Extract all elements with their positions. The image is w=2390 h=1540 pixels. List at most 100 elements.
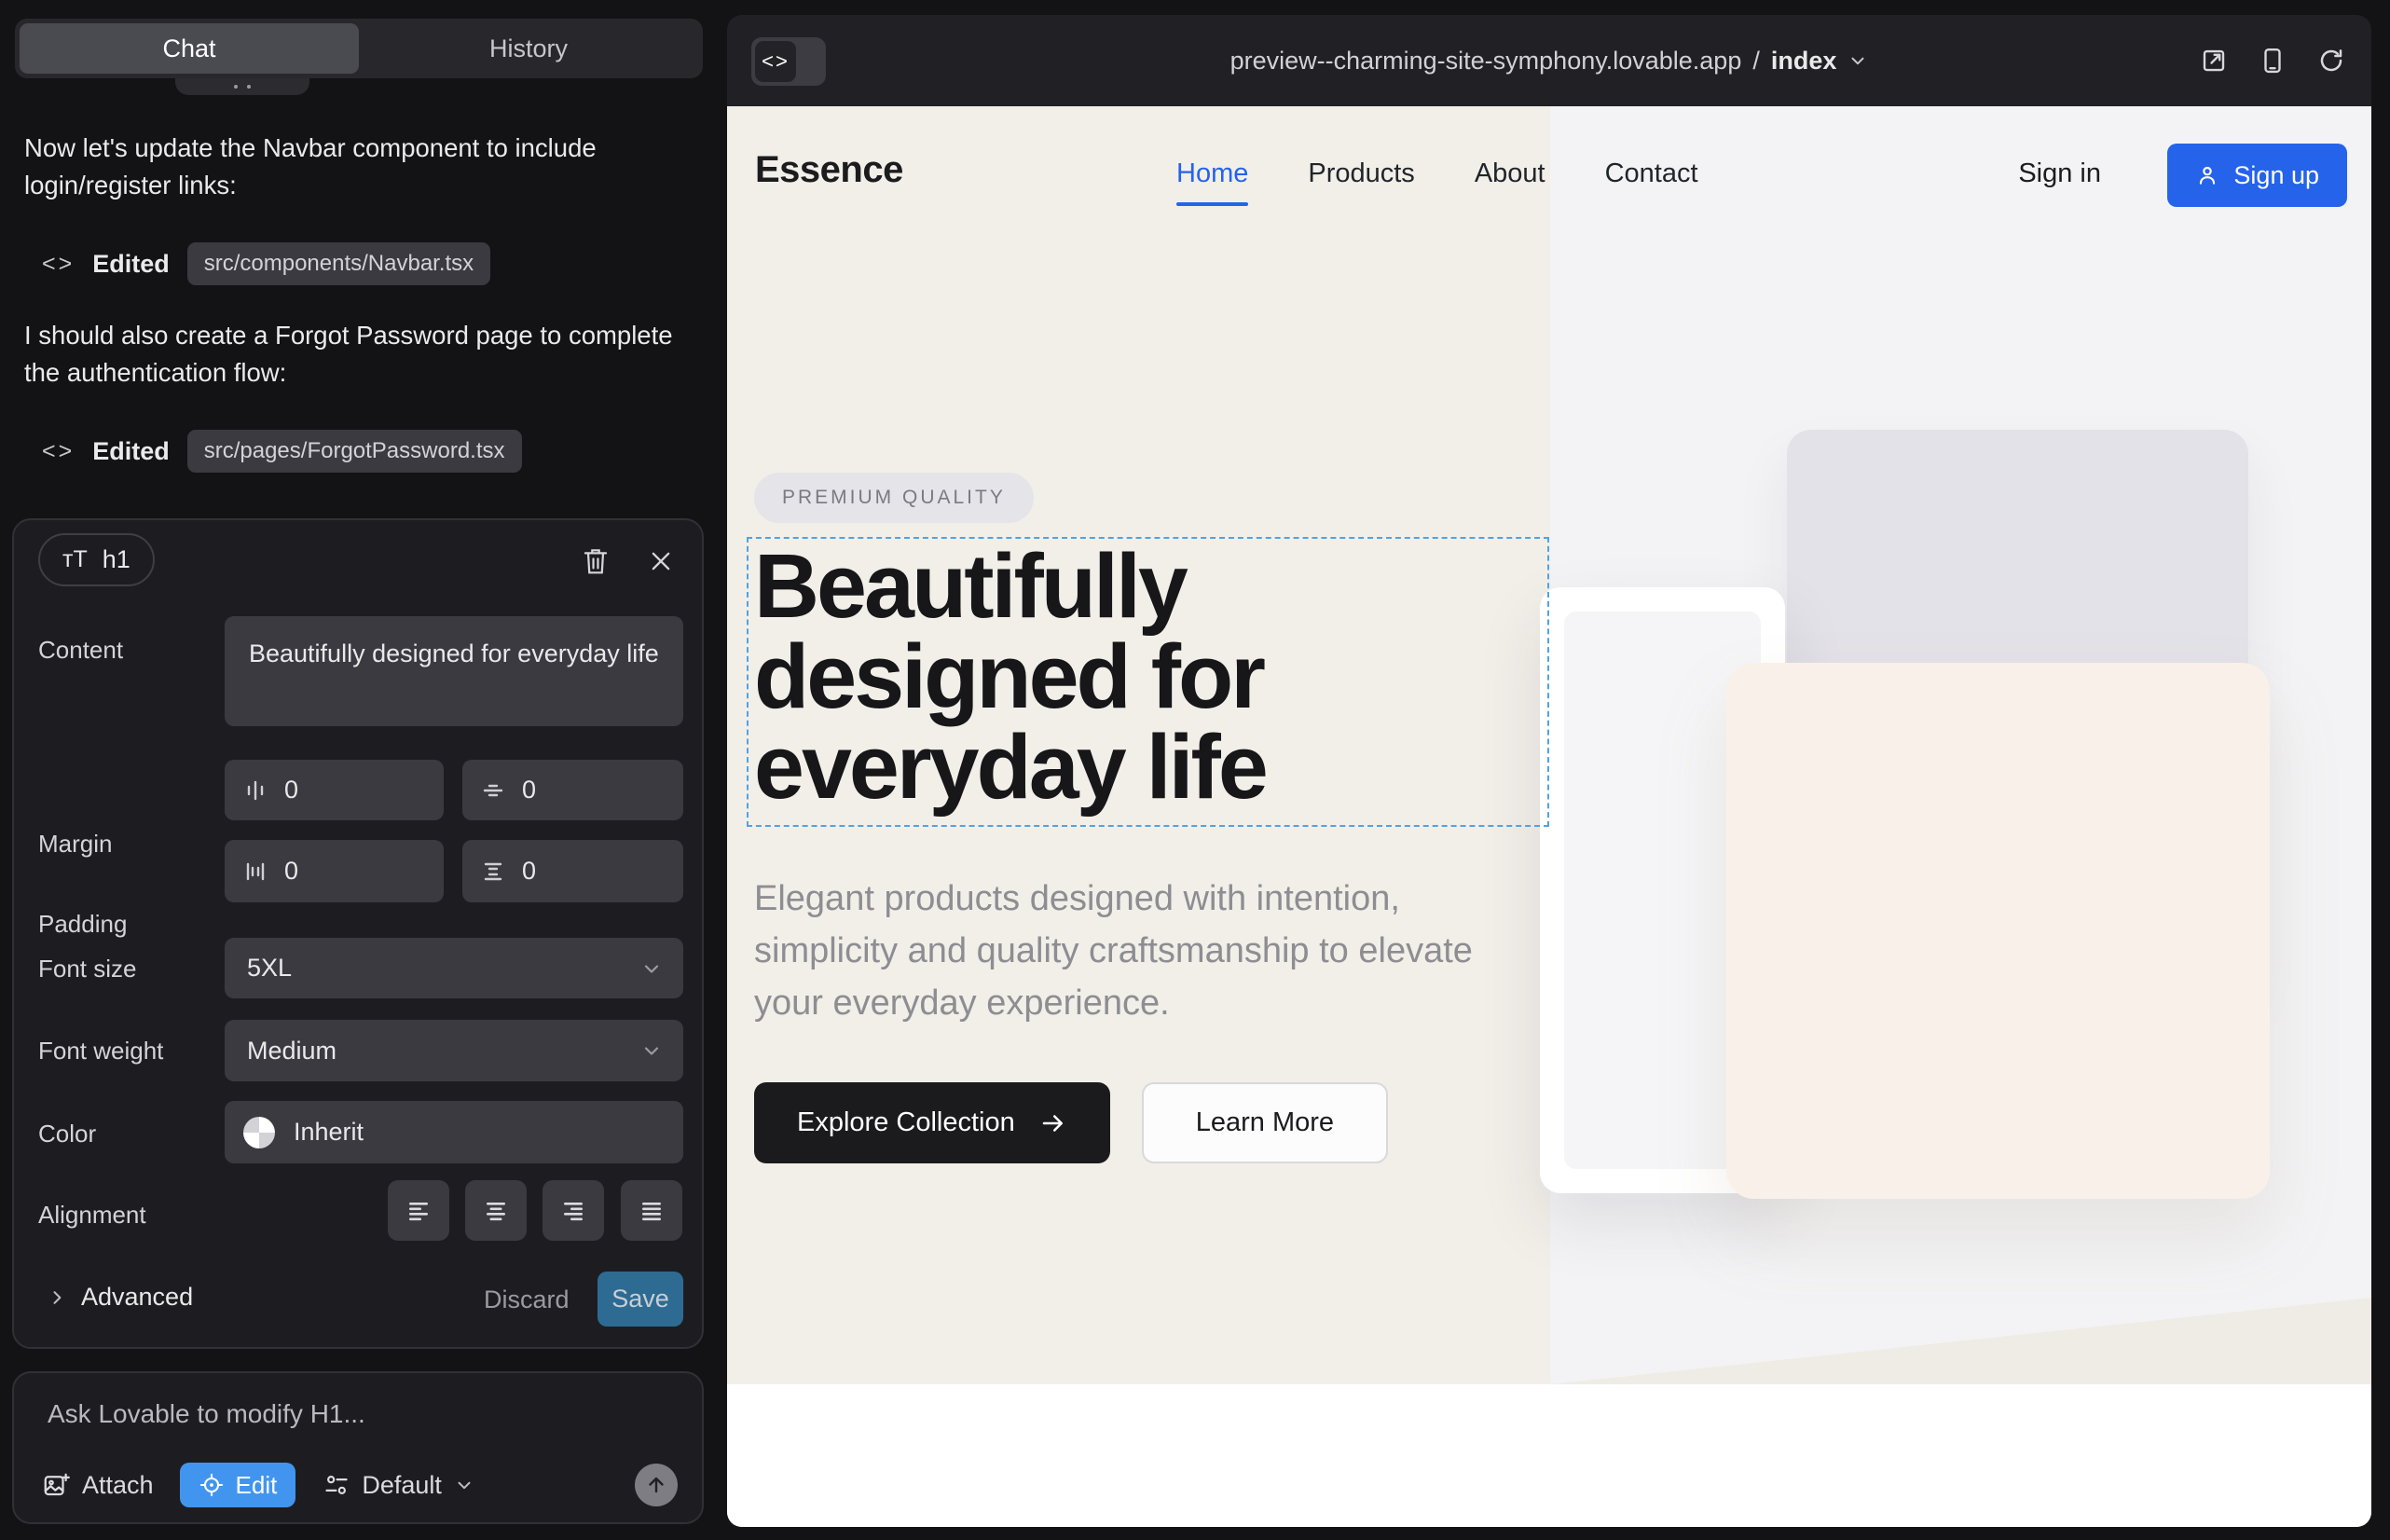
user-icon (2195, 163, 2219, 187)
explore-collection-button[interactable]: Explore Collection (754, 1082, 1110, 1163)
tab-chat[interactable]: Chat (20, 23, 359, 74)
padding-y-field[interactable] (462, 840, 683, 902)
padding-x-input[interactable] (284, 857, 378, 886)
open-external-button[interactable] (2200, 47, 2228, 75)
align-left-button[interactable] (388, 1180, 449, 1241)
padding-vertical-icon (481, 859, 505, 884)
font-weight-select[interactable]: Medium (225, 1020, 683, 1081)
preview-toolbar: <> preview--charming-site-symphony.lovab… (727, 15, 2371, 106)
save-button[interactable]: Save (598, 1272, 683, 1327)
site-logo[interactable]: Essence (755, 149, 903, 191)
align-center-icon (482, 1197, 510, 1225)
chat-message: Now let's update the Navbar component to… (24, 130, 682, 204)
close-icon (648, 548, 674, 574)
chevron-down-icon (1847, 50, 1868, 71)
hero-description: Elegant products designed with intention… (754, 873, 1490, 1030)
mobile-view-button[interactable] (2260, 47, 2286, 75)
nav-link-about[interactable]: About (1475, 158, 1545, 189)
decorative-card-front (1726, 663, 2270, 1199)
color-select[interactable]: Inherit (225, 1101, 683, 1163)
chat-composer: Attach Edit Default (12, 1371, 704, 1524)
url-separator: / (1752, 47, 1760, 76)
align-justify-icon (638, 1197, 666, 1225)
font-size-label: Font size (38, 955, 137, 983)
sliders-icon (323, 1472, 350, 1498)
margin-x-input[interactable] (284, 776, 378, 804)
align-justify-button[interactable] (621, 1180, 682, 1241)
font-weight-label: Font weight (38, 1037, 163, 1066)
padding-horizontal-icon (243, 859, 268, 884)
padding-y-input[interactable] (522, 857, 615, 886)
composer-input[interactable] (46, 1397, 665, 1448)
transparency-swatch-icon (243, 1117, 275, 1148)
nav-link-contact[interactable]: Contact (1605, 158, 1698, 189)
mode-label: Default (362, 1471, 442, 1500)
discard-button[interactable]: Discard (484, 1286, 570, 1314)
code-preview-toggle[interactable]: <> (751, 37, 826, 86)
file-edit-row: <> Edited src/pages/ForgotPassword.tsx (42, 430, 522, 473)
margin-horizontal-icon (243, 778, 268, 803)
file-path-badge[interactable]: src/pages/ForgotPassword.tsx (187, 430, 522, 473)
sign-up-button[interactable]: Sign up (2167, 144, 2347, 207)
advanced-label: Advanced (81, 1283, 193, 1312)
margin-vertical-icon (481, 778, 505, 803)
arrow-up-icon (645, 1474, 667, 1496)
margin-x-field[interactable] (225, 760, 444, 820)
site-viewport: Essence Home Products About Contact Sign… (727, 106, 2371, 1527)
color-value: Inherit (294, 1118, 364, 1147)
send-button[interactable] (635, 1464, 678, 1506)
file-edit-row: <> Edited src/components/Navbar.tsx (42, 242, 490, 285)
type-icon: тT (62, 546, 88, 573)
alignment-label: Alignment (38, 1201, 146, 1230)
delete-element-button[interactable] (575, 541, 616, 582)
element-editor-panel: тT h1 Content Beautifully designed for e… (12, 518, 704, 1349)
attach-image-icon (42, 1471, 70, 1499)
padding-x-field[interactable] (225, 840, 444, 902)
mode-selector[interactable]: Default (323, 1471, 474, 1500)
hero-badge: PREMIUM QUALITY (754, 473, 1034, 523)
font-size-select[interactable]: 5XL (225, 938, 683, 998)
tab-history[interactable]: History (359, 23, 698, 74)
element-tag-label: h1 (103, 545, 130, 574)
sign-in-link[interactable]: Sign in (2018, 158, 2101, 189)
cta-primary-label: Explore Collection (797, 1107, 1015, 1138)
margin-label: Margin (38, 830, 112, 859)
margin-y-field[interactable] (462, 760, 683, 820)
url-page: index (1771, 47, 1837, 76)
preview-url[interactable]: preview--charming-site-symphony.lovable.… (1230, 47, 1869, 76)
code-icon: <> (42, 438, 75, 465)
trash-icon (582, 546, 610, 576)
align-right-icon (559, 1197, 587, 1225)
lovable-app-window: Chat History Now let's update the Navbar… (0, 0, 2390, 1540)
selected-element-chip[interactable]: тT h1 (38, 533, 155, 586)
content-field[interactable]: Beautifully designed for everyday life (225, 616, 683, 726)
nav-link-home[interactable]: Home (1176, 158, 1248, 189)
close-panel-button[interactable] (640, 541, 681, 582)
chat-history-tabbar: Chat History (15, 19, 703, 78)
refresh-button[interactable] (2317, 47, 2345, 75)
font-weight-value: Medium (247, 1037, 640, 1066)
code-icon: <> (755, 41, 796, 82)
element-selection-outline[interactable] (747, 537, 1549, 827)
site-nav-links: Home Products About Contact (1176, 158, 1698, 189)
code-icon: <> (42, 251, 75, 278)
chevron-down-icon (640, 1039, 663, 1062)
learn-more-button[interactable]: Learn More (1142, 1082, 1388, 1163)
file-path-badge[interactable]: src/components/Navbar.tsx (187, 242, 490, 285)
arrow-right-icon (1039, 1109, 1067, 1137)
url-host: preview--charming-site-symphony.lovable.… (1230, 47, 1742, 76)
nav-link-products[interactable]: Products (1308, 158, 1414, 189)
target-icon (199, 1472, 225, 1498)
sign-up-label: Sign up (2233, 161, 2319, 190)
edit-mode-button[interactable]: Edit (180, 1463, 296, 1507)
align-right-button[interactable] (543, 1180, 604, 1241)
margin-y-input[interactable] (522, 776, 615, 804)
edit-label: Edit (236, 1471, 278, 1500)
mobile-device-icon (2260, 47, 2286, 75)
align-center-button[interactable] (465, 1180, 527, 1241)
hero-cta-row: Explore Collection Learn More (754, 1082, 1388, 1163)
external-link-icon (2200, 47, 2228, 75)
attach-button[interactable]: Attach (42, 1471, 154, 1500)
advanced-toggle[interactable]: Advanced (48, 1283, 193, 1312)
chevron-down-icon (454, 1475, 474, 1495)
